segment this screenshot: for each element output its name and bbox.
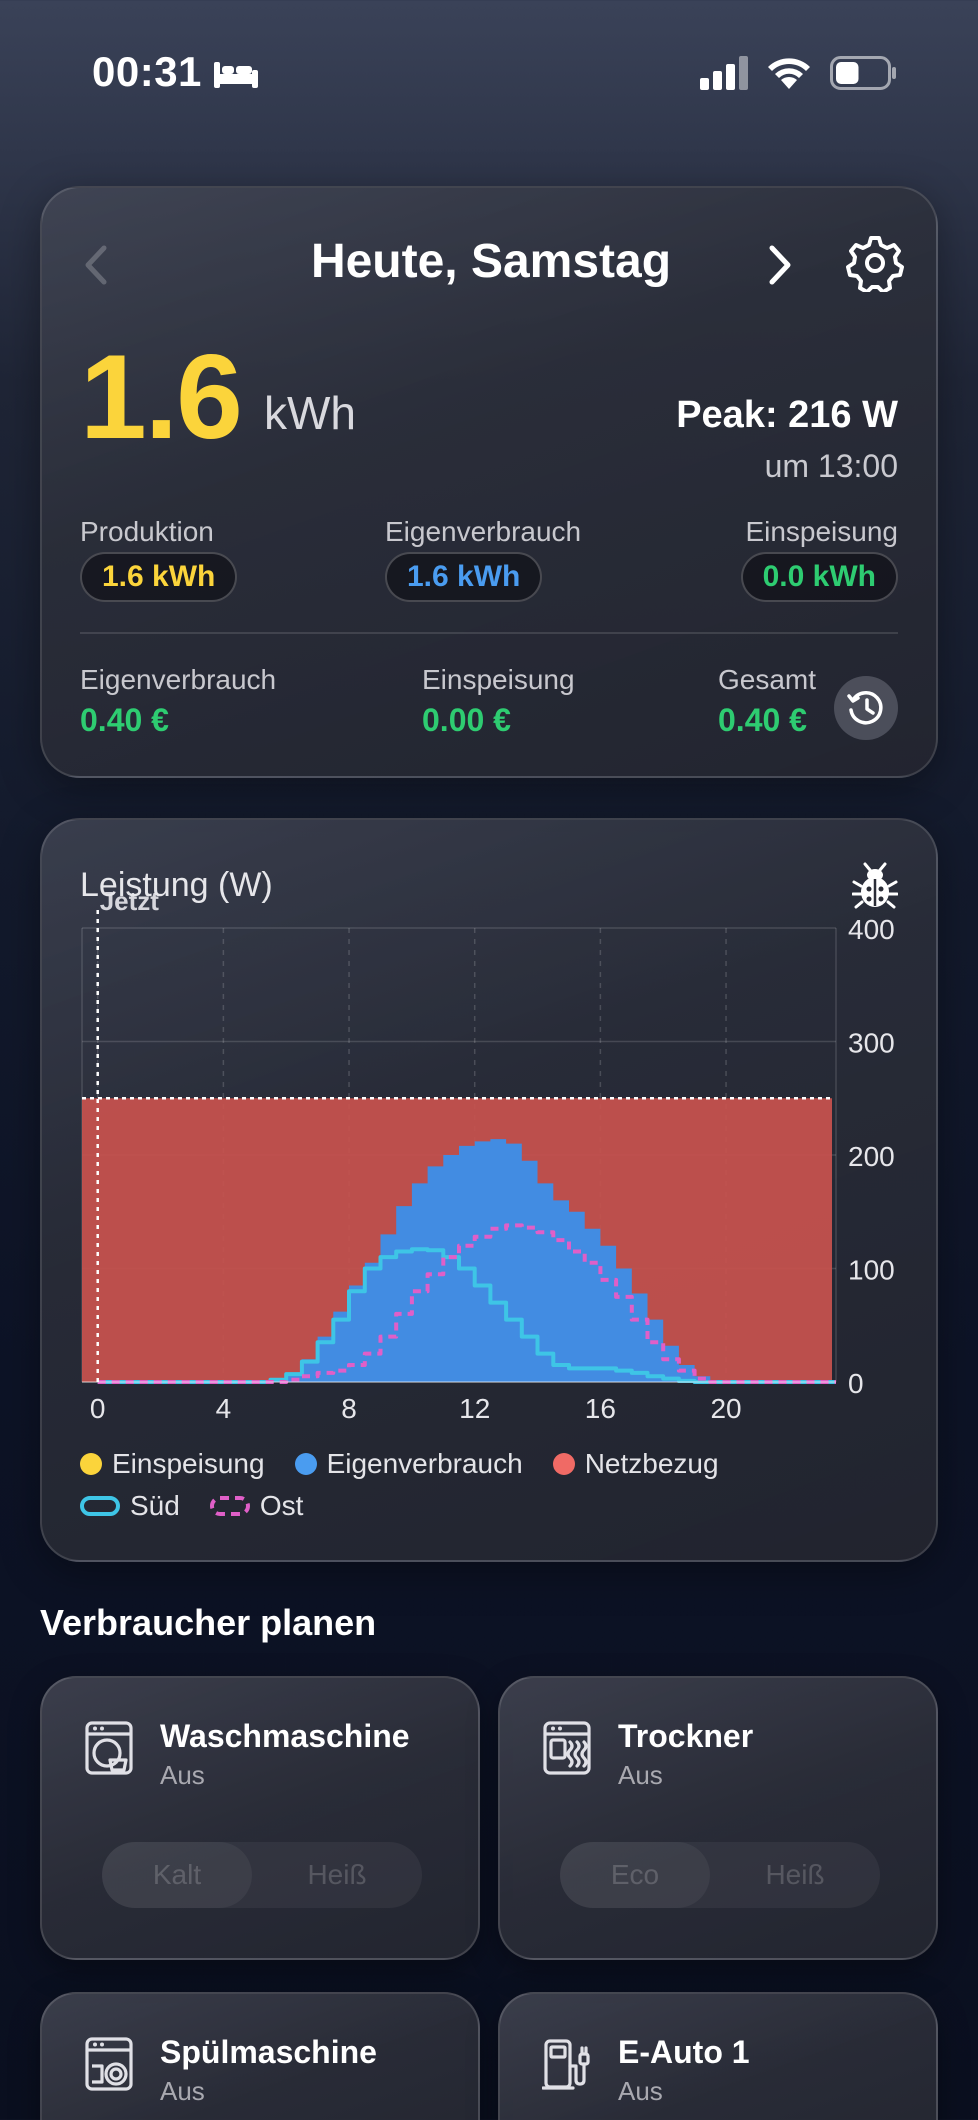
device-status: Aus [160, 1760, 205, 1790]
y-tick-label: 100 [848, 1255, 895, 1286]
mode-option-heiss[interactable]: Heiß [720, 1842, 870, 1908]
legend-line-sud [80, 1496, 120, 1516]
legend-line-ost [209, 1496, 250, 1516]
bed-icon [214, 62, 258, 88]
bug-icon[interactable] [852, 862, 898, 910]
mode-option-kalt[interactable]: Kalt [102, 1842, 252, 1908]
x-tick-label: 4 [216, 1393, 232, 1424]
device-card-waschmaschine[interactable]: Waschmaschine Aus Kalt Heiß [40, 1676, 480, 1960]
washing-machine-icon [85, 1721, 133, 1775]
chart-legend-lines: Süd Ost [80, 1490, 303, 1522]
peak-power: Peak: 216 W [676, 394, 898, 436]
legend-dot [294, 1453, 317, 1475]
total-production-value: 1.6 [80, 330, 243, 464]
device-name: Waschmaschine [160, 1718, 410, 1754]
legend-dot [552, 1453, 575, 1475]
device-name: E-Auto 1 [618, 2034, 750, 2070]
y-tick-label: 0 [848, 1368, 864, 1399]
legend-label: Eigenverbrauch [326, 1448, 523, 1479]
feed-in-revenue-value: 0.00 € [422, 702, 511, 738]
y-tick-label: 400 [848, 914, 895, 945]
device-name: Spülmaschine [160, 2034, 377, 2070]
mode-option-eco[interactable]: Eco [560, 1842, 710, 1908]
y-tick-label: 300 [848, 1028, 895, 1059]
legend-item-self-consumption[interactable]: Eigenverbrauch [294, 1448, 523, 1480]
total-savings-label: Gesamt [718, 664, 817, 695]
self-consumption-label: Eigenverbrauch [385, 516, 582, 547]
x-tick-label: 16 [585, 1393, 616, 1424]
mode-toggle[interactable]: Kalt Heiß [102, 1842, 422, 1908]
summary-divider [80, 632, 898, 634]
x-tick-label: 12 [459, 1393, 490, 1424]
chart-title: Leistung (W) [80, 866, 273, 904]
feed-in-revenue-label: Einspeisung [422, 664, 575, 695]
total-production-unit: kWh [264, 387, 356, 439]
mode-toggle[interactable]: Eco Heiß [560, 1842, 880, 1908]
ev-charger-icon [542, 2039, 590, 2090]
device-status: Aus [160, 2076, 205, 2106]
legend-item-feed-in[interactable]: Einspeisung [80, 1448, 265, 1480]
section-title: Verbraucher planen [40, 1602, 377, 1643]
mode-option-heiss[interactable]: Heiß [262, 1842, 412, 1908]
production-pill: 1.6 kWh [80, 552, 238, 602]
battery-icon [830, 56, 896, 90]
device-card-spuelmaschine[interactable]: Spülmaschine Aus [40, 1992, 480, 2120]
legend-item-grid-import[interactable]: Netzbezug [552, 1448, 719, 1480]
device-name: Trockner [618, 1718, 754, 1754]
x-tick-label: 8 [341, 1393, 357, 1424]
chart-legend: Einspeisung Eigenverbrauch Netzbezug [80, 1448, 719, 1480]
cellular-signal-icon [700, 56, 748, 90]
feed-in-pill: 0.0 kWh [740, 552, 898, 602]
status-bar: 00:31 [0, 48, 978, 108]
day-title: Heute, Samstag [310, 235, 672, 288]
x-tick-label: 20 [710, 1393, 741, 1424]
x-tick-label: 0 [90, 1393, 106, 1424]
device-status: Aus [618, 1760, 663, 1790]
daily-summary-card: Heute, Samstag 1.6 kWh Peak: 216 W um 13… [40, 186, 938, 778]
legend-label: Ost [259, 1490, 304, 1521]
next-day-button[interactable] [762, 240, 798, 290]
feed-in-label: Einspeisung [745, 516, 898, 547]
self-consumption-pill: 1.6 kWh [385, 552, 543, 602]
legend-item-sud[interactable]: Süd [80, 1490, 180, 1522]
dryer-icon [543, 1721, 591, 1775]
legend-label: Einspeisung [112, 1448, 265, 1479]
y-tick-label: 200 [848, 1141, 895, 1172]
status-time: 00:31 [92, 48, 202, 95]
gear-icon[interactable] [846, 234, 904, 292]
power-chart-card: 0 100 200 300 400 0 4 8 12 16 20 Jetzt Leistung (W)… [40, 818, 938, 1562]
legend-label: Süd [130, 1490, 180, 1521]
legend-dot [80, 1453, 102, 1475]
legend-label: Netzbezug [584, 1448, 719, 1479]
self-consumption-savings-label: Eigenverbrauch [80, 664, 277, 695]
device-card-e-auto-1[interactable]: E-Auto 1 Aus [498, 1992, 938, 2120]
peak-time: um 13:00 [764, 448, 898, 484]
total-savings-value: 0.40 € [718, 702, 807, 738]
production-label: Produktion [80, 516, 214, 547]
legend-item-ost[interactable]: Ost [209, 1490, 304, 1522]
history-button[interactable] [834, 676, 898, 740]
history-icon [847, 691, 883, 725]
dishwasher-icon [85, 2037, 133, 2091]
wifi-icon [768, 58, 810, 89]
device-status: Aus [618, 2076, 663, 2106]
self-consumption-savings-value: 0.40 € [80, 702, 169, 738]
device-card-trockner[interactable]: Trockner Aus Eco Heiß [498, 1676, 938, 1960]
